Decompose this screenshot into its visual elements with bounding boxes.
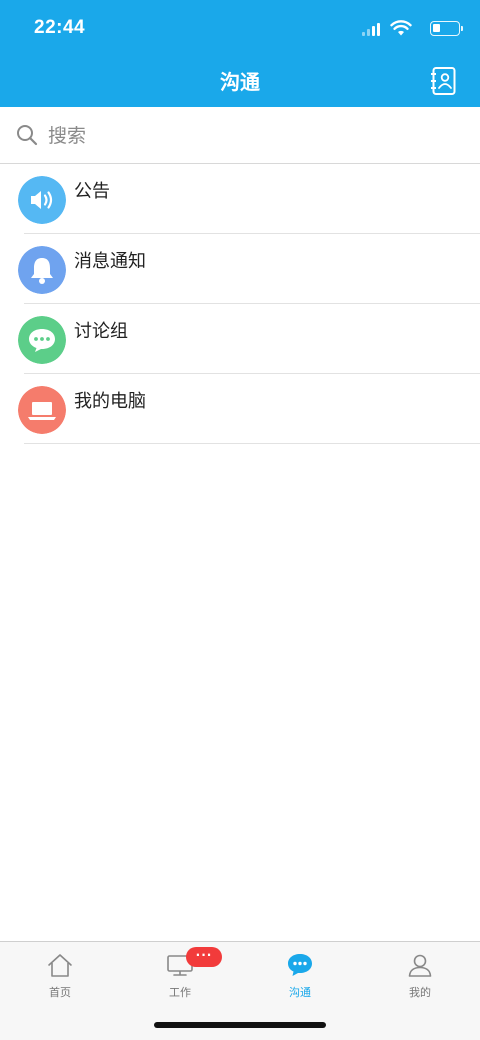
notification-badge: ··· [186, 947, 222, 967]
search-bar[interactable] [0, 107, 480, 164]
user-icon [408, 954, 432, 977]
list-item-label: 讨论组 [74, 321, 128, 342]
list-item-announcement[interactable]: 公告 [18, 164, 480, 234]
chat-bubble-icon [288, 954, 312, 976]
status-time: 22:44 [34, 17, 86, 38]
conversation-list: 公告 消息通知 讨论组 我的电脑 [0, 164, 480, 444]
laptop-icon [18, 386, 66, 434]
chat-icon [18, 316, 66, 364]
battery-icon [430, 21, 463, 36]
tab-label: 我的 [409, 986, 431, 999]
speaker-icon [18, 176, 66, 224]
home-icon [48, 954, 72, 977]
home-indicator[interactable] [154, 1022, 326, 1028]
list-item-label: 公告 [74, 181, 110, 202]
search-icon [17, 125, 38, 146]
status-bar: 22:44 [0, 0, 480, 58]
tab-communication[interactable]: 沟通 [240, 942, 360, 1002]
search-input[interactable] [46, 119, 450, 153]
list-item-label: 消息通知 [74, 251, 146, 272]
bell-icon [18, 246, 66, 294]
status-icons [360, 19, 463, 39]
list-item-my-computer[interactable]: 我的电脑 [18, 374, 480, 444]
tab-work[interactable]: ··· 工作 [120, 942, 240, 1002]
tab-label: 首页 [49, 986, 71, 999]
contacts-book-icon[interactable] [430, 66, 458, 96]
tab-label: 工作 [169, 986, 191, 999]
list-item-discussion-group[interactable]: 讨论组 [18, 304, 480, 374]
page-title: 沟通 [220, 70, 260, 94]
wifi-icon [390, 20, 412, 36]
tab-label: 沟通 [289, 986, 311, 999]
list-item-label: 我的电脑 [74, 391, 146, 412]
tab-me[interactable]: 我的 [360, 942, 480, 1002]
tab-home[interactable]: 首页 [0, 942, 120, 1002]
app-header: 22:44 沟通 [0, 0, 480, 107]
list-item-notifications[interactable]: 消息通知 [18, 234, 480, 304]
cellular-signal-icon [362, 22, 380, 36]
